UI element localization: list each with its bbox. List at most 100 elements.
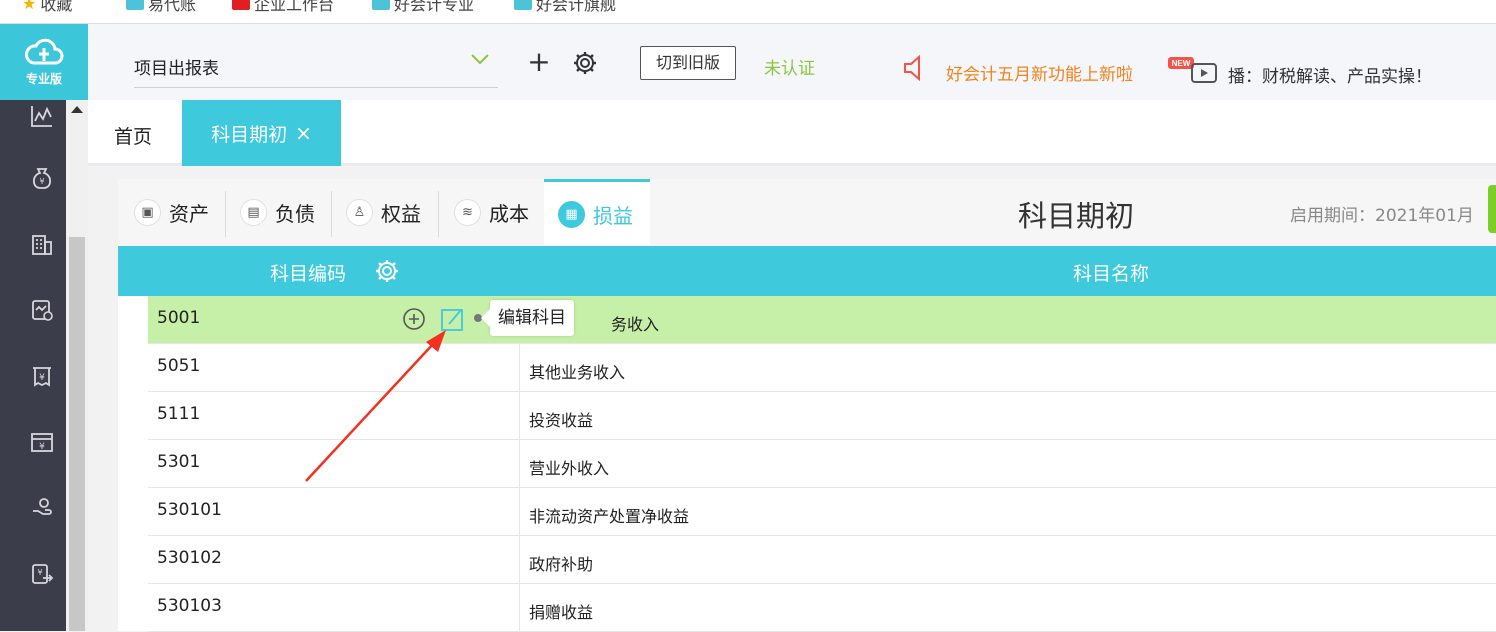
live-broadcast-text[interactable]: 播：财税解读、产品实操！ — [1228, 62, 1432, 87]
receipt-icon[interactable]: ¥ — [26, 360, 58, 392]
table-row[interactable]: 530101 非流动资产处置净收益 — [148, 488, 1496, 536]
column-divider — [519, 344, 520, 392]
divider — [225, 191, 226, 237]
bookmark-icon — [232, 0, 250, 10]
subject-name: 务收入 — [611, 315, 660, 334]
column-divider — [519, 488, 520, 536]
close-icon[interactable]: × — [295, 121, 312, 145]
divider — [438, 191, 439, 237]
bookmark-4[interactable]: 好会计旗舰 — [514, 0, 616, 15]
category-tabs: ▣ 资产 ▤ 负债 ♙ 权益 ≋ 成本 ▦ 损益 科目期初 启用期间：2021年… — [118, 179, 1496, 246]
layers-icon: ≋ — [454, 199, 481, 226]
column-divider — [519, 536, 520, 584]
bookmark-icon — [126, 0, 144, 10]
edit-icon[interactable] — [440, 307, 466, 333]
cashier-icon[interactable]: ¥ — [26, 426, 58, 458]
column-divider — [519, 392, 520, 440]
tab-profit-loss[interactable]: ▦ 损益 — [544, 179, 650, 246]
top-header: 项目出报表 + 切到旧版 未认证 好会计五月新功能上新啦 NEW 播：财税解读、… — [88, 24, 1496, 100]
tab-assets[interactable]: ▣ 资产 — [134, 179, 209, 246]
tab-subject-opening[interactable]: 科目期初 × — [182, 100, 341, 166]
speaker-icon — [904, 54, 920, 82]
hand-money-icon[interactable] — [26, 492, 58, 524]
edit-subject-tooltip: 编辑科目 — [481, 300, 574, 336]
tab-home[interactable]: 首页 — [114, 122, 152, 149]
chart-icon[interactable] — [26, 100, 58, 132]
announcement-link[interactable]: 好会计五月新功能上新啦 — [946, 60, 1133, 85]
gear-icon[interactable] — [374, 258, 400, 284]
svg-text:¥: ¥ — [37, 568, 42, 577]
gear-icon[interactable] — [572, 50, 598, 76]
bookmark-icon — [514, 0, 532, 10]
enable-period: 启用期间：2021年01月 — [1290, 206, 1474, 226]
building-icon[interactable] — [26, 228, 58, 260]
finance-report-icon[interactable] — [26, 294, 58, 326]
table-row[interactable]: 5301 营业外收入 — [148, 440, 1496, 488]
divider — [331, 191, 332, 237]
person-icon: ♙ — [346, 199, 373, 226]
subject-code: 530101 — [157, 500, 222, 520]
side-action-tab[interactable] — [1488, 185, 1496, 233]
svg-text:¥: ¥ — [39, 442, 45, 452]
subject-name: 捐赠收益 — [529, 603, 594, 622]
table-row[interactable]: 5111 投资收益 — [148, 392, 1496, 440]
subject-name: 非流动资产处置净收益 — [529, 507, 690, 526]
table-row[interactable]: 5001 务收入 编辑科目 — [148, 296, 1496, 344]
switch-old-version-button[interactable]: 切到旧版 — [640, 46, 736, 80]
scroll-thumb[interactable] — [69, 237, 85, 631]
svg-text:¥: ¥ — [39, 373, 45, 383]
table-row[interactable]: 530102 政府补助 — [148, 536, 1496, 584]
table-row[interactable]: 5051 其他业务收入 — [148, 344, 1496, 392]
subject-name: 其他业务收入 — [529, 363, 626, 382]
sidebar-scrollbar[interactable] — [66, 100, 88, 631]
subject-table: 5001 务收入 编辑科目 5051 其他业务收入 5111 投资收益 5301 — [148, 296, 1496, 632]
auth-status[interactable]: 未认证 — [764, 54, 815, 79]
sidebar: 专业版 ¥ ¥ ¥ ¥ — [0, 24, 88, 631]
subject-name: 营业外收入 — [529, 459, 610, 478]
star-icon: ★ — [22, 0, 37, 13]
subject-name: 政府补助 — [529, 555, 594, 574]
subject-code: 5111 — [157, 404, 201, 424]
profit-loss-icon: ▦ — [558, 200, 585, 228]
assets-icon: ▣ — [134, 199, 161, 226]
main-panel: ▣ 资产 ▤ 负债 ♙ 权益 ≋ 成本 ▦ 损益 科目期初 启用期间：2021年… — [118, 179, 1496, 632]
column-header-name: 科目名称 — [1073, 263, 1150, 285]
svg-text:¥: ¥ — [39, 177, 44, 186]
column-header-code: 科目编码 — [270, 263, 347, 285]
bookmarks-bar: ★ 收藏 易代账 企业工作台 好会计专业 好会计旗舰 — [0, 0, 1496, 24]
bookmark-3[interactable]: 好会计专业 — [372, 0, 474, 15]
subject-name: 投资收益 — [529, 411, 594, 430]
column-divider — [519, 440, 520, 488]
cloud-icon — [25, 38, 64, 65]
export-icon[interactable]: ¥ — [26, 558, 58, 590]
svg-text:NEW: NEW — [1172, 59, 1191, 68]
liabilities-icon: ▤ — [240, 199, 267, 226]
bookmark-2[interactable]: 企业工作台 — [232, 0, 334, 15]
subject-code: 530102 — [157, 548, 222, 568]
app-logo[interactable]: 专业版 — [0, 24, 88, 100]
bookmark-favorites[interactable]: ★ 收藏 — [22, 0, 72, 15]
bookmark-icon — [372, 0, 390, 10]
chevron-down-icon — [471, 54, 489, 65]
scroll-up-arrow-icon[interactable] — [71, 106, 83, 113]
report-select[interactable]: 项目出报表 — [134, 50, 498, 88]
table-row[interactable]: 530103 捐赠收益 — [148, 584, 1496, 632]
page-title: 科目期初 — [1018, 199, 1135, 233]
tab-liabilities[interactable]: ▤ 负债 — [240, 179, 315, 246]
report-select-value: 项目出报表 — [134, 59, 219, 79]
sidebar-menu: ¥ ¥ ¥ ¥ — [0, 100, 64, 631]
add-circle-icon[interactable] — [402, 307, 426, 331]
money-bag-icon[interactable]: ¥ — [26, 162, 58, 194]
live-tv-icon: NEW — [1168, 57, 1217, 83]
page-tabs: 首页 科目期初 × — [88, 100, 1496, 166]
table-header: 科目编码 科目名称 — [118, 246, 1496, 296]
tab-equity[interactable]: ♙ 权益 — [346, 179, 421, 246]
subject-code: 5051 — [157, 356, 201, 376]
tab-cost[interactable]: ≋ 成本 — [454, 179, 529, 246]
bookmark-1[interactable]: 易代账 — [126, 0, 196, 15]
subject-code: 5301 — [157, 452, 201, 472]
subject-code: 530103 — [157, 596, 222, 616]
column-divider — [519, 584, 520, 632]
subject-code: 5001 — [157, 308, 201, 328]
add-icon[interactable]: + — [526, 48, 552, 76]
